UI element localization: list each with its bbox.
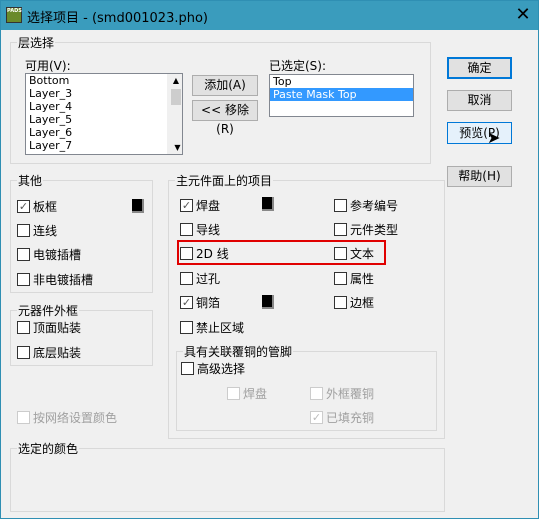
refdes-checkbox[interactable]: 参考编号: [334, 197, 398, 214]
outline-legend: 元器件外框: [17, 302, 80, 319]
label: 已填充铜: [326, 411, 375, 425]
label: 参考编号: [350, 199, 399, 213]
available-list[interactable]: Bottom Layer_3 Layer_4 Layer_5 Layer_6 L…: [25, 73, 183, 155]
label: 板框: [33, 200, 58, 214]
add-button[interactable]: 添加(A) >>: [192, 75, 258, 111]
copper-checkbox[interactable]: ✓ 铜箔: [180, 294, 220, 311]
checkbox-icon: [17, 224, 30, 237]
checkbox-icon: [17, 321, 30, 334]
pins-legend: 具有关联覆铜的管脚: [183, 343, 294, 360]
top-mount-checkbox[interactable]: 顶面贴装: [17, 319, 81, 336]
checkbox-icon: [227, 387, 240, 400]
nonplated-slot-checkbox[interactable]: 非电镀插槽: [17, 271, 93, 288]
pad-checkbox[interactable]: ✓ 焊盘: [180, 197, 220, 214]
red-highlight-annotation: [177, 240, 386, 265]
advanced-select-checkbox[interactable]: 高级选择: [181, 360, 245, 377]
list-item[interactable]: Layer_4: [26, 100, 182, 113]
checkbox-icon: [180, 223, 193, 236]
label: 属性: [350, 272, 375, 286]
checkbox-icon: [17, 411, 30, 424]
label: 焊盘: [243, 387, 268, 401]
plated-slot-checkbox[interactable]: 电镀插槽: [17, 246, 81, 263]
layer-legend: 层选择: [17, 34, 56, 51]
window-title: 选择项目 - (smd001023.pho): [27, 11, 208, 26]
ok-button[interactable]: 确定: [447, 57, 512, 79]
list-item[interactable]: Layer_5: [26, 113, 182, 126]
list-item[interactable]: Top: [270, 75, 413, 88]
trace-checkbox[interactable]: 导线: [180, 221, 220, 238]
label: 过孔: [196, 272, 221, 286]
close-icon[interactable]: ✕: [509, 3, 537, 27]
outline-pour-checkbox[interactable]: 外框覆铜: [310, 385, 374, 402]
checkbox-checked-icon: ✓: [180, 199, 193, 212]
checkbox-icon: [334, 296, 347, 309]
help-button[interactable]: 帮助(H): [447, 166, 512, 187]
label: 非电镀插槽: [33, 273, 94, 287]
label: 外框覆铜: [326, 387, 375, 401]
other-legend: 其他: [17, 172, 44, 189]
filled-copper-checkbox[interactable]: ✓ 已填充铜: [310, 409, 374, 426]
label: 铜箔: [196, 296, 221, 310]
part-type-checkbox[interactable]: 元件类型: [334, 221, 398, 238]
checkbox-checked-icon: ✓: [310, 411, 323, 424]
bottom-mount-checkbox[interactable]: 底层贴装: [17, 344, 81, 361]
connection-checkbox[interactable]: 连线: [17, 222, 57, 239]
selected-color-legend: 选定的颜色: [17, 440, 80, 457]
checkbox-icon: [17, 346, 30, 359]
board-outline-checkbox[interactable]: ✓ 板框: [17, 198, 57, 215]
label: 电镀插槽: [33, 248, 82, 262]
checkbox-icon: [334, 223, 347, 236]
label: 边框: [350, 296, 375, 310]
label: 导线: [196, 223, 221, 237]
pads-app-icon: PADS: [6, 7, 22, 23]
net-color-checkbox[interactable]: 按网络设置颜色: [17, 409, 117, 426]
checkbox-icon: [17, 248, 30, 261]
label: 元件类型: [350, 223, 399, 237]
label: 焊盘: [196, 199, 221, 213]
mouse-cursor-icon: ➤: [487, 128, 501, 147]
via-checkbox[interactable]: 过孔: [180, 270, 220, 287]
list-item-selected[interactable]: Paste Mask Top: [270, 88, 413, 101]
main-legend: 主元件面上的项目: [175, 172, 274, 189]
cancel-button[interactable]: 取消: [447, 90, 512, 111]
scroll-thumb[interactable]: [171, 89, 181, 105]
outline-checkbox[interactable]: 边框: [334, 294, 374, 311]
selected-label: 已选定(S):: [269, 59, 327, 73]
checkbox-checked-icon: ✓: [17, 200, 30, 213]
scroll-up-icon[interactable]: ▲: [170, 74, 182, 87]
checkbox-icon: [334, 272, 347, 285]
scroll-down-icon[interactable]: ▼: [170, 141, 185, 154]
list-item[interactable]: Layer_7: [26, 139, 182, 152]
checkbox-checked-icon: ✓: [180, 296, 193, 309]
label: 连线: [33, 224, 58, 238]
selected-color-group: 选定的颜色: [10, 440, 445, 512]
title-bar: PADS 选择项目 - (smd001023.pho) ✕: [1, 1, 538, 30]
label: 禁止区域: [196, 321, 245, 335]
keepout-checkbox[interactable]: 禁止区域: [180, 319, 244, 336]
label: 底层贴装: [33, 346, 82, 360]
label: 按网络设置颜色: [33, 411, 118, 425]
checkbox-icon: [334, 199, 347, 212]
checkbox-icon: [180, 272, 193, 285]
pad-color-swatch[interactable]: [262, 197, 274, 211]
pins-pad-checkbox[interactable]: 焊盘: [227, 385, 267, 402]
available-label: 可用(V):: [25, 59, 71, 73]
attribute-checkbox[interactable]: 属性: [334, 270, 374, 287]
selected-list[interactable]: Top Paste Mask Top: [269, 74, 414, 117]
checkbox-icon: [310, 387, 323, 400]
list-item[interactable]: Layer_6: [26, 126, 182, 139]
checkbox-icon: [181, 362, 194, 375]
checkbox-icon: [17, 273, 30, 286]
label: 高级选择: [197, 362, 246, 376]
remove-button[interactable]: << 移除(R): [192, 100, 258, 136]
scrollbar[interactable]: ▲ ▼: [167, 74, 182, 154]
board-outline-color-swatch[interactable]: [132, 199, 144, 213]
checkbox-icon: [180, 321, 193, 334]
list-item[interactable]: Bottom: [26, 74, 182, 87]
list-item[interactable]: Layer_3: [26, 87, 182, 100]
copper-color-swatch[interactable]: [262, 295, 274, 309]
preview-button[interactable]: 预览(P): [447, 122, 512, 144]
label: 顶面贴装: [33, 321, 82, 335]
